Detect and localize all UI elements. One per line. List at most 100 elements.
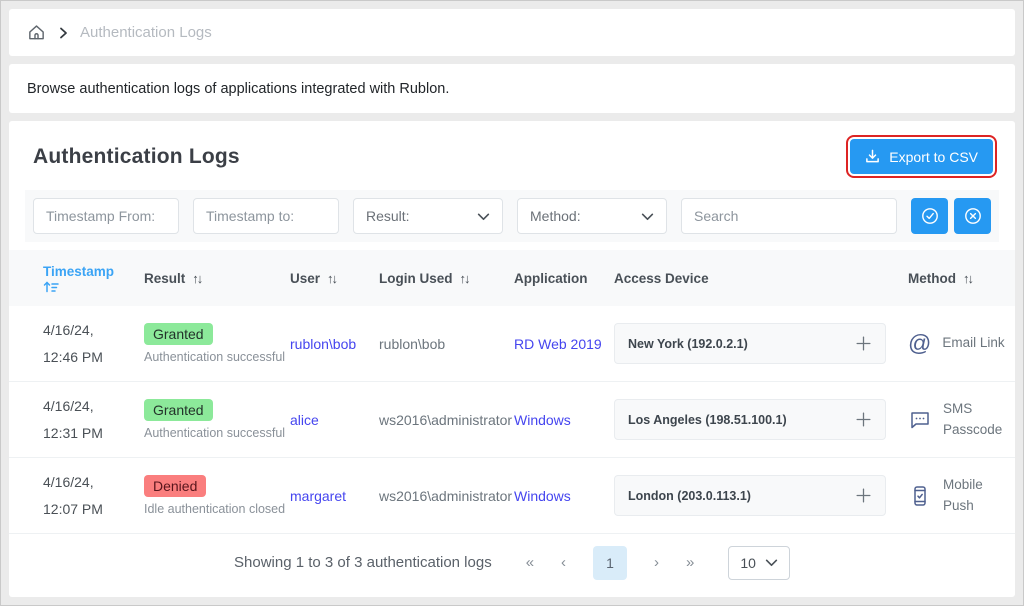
result-cell: Granted Authentication successful bbox=[144, 399, 290, 440]
user-link[interactable]: alice bbox=[290, 412, 319, 428]
method-label: Email Link bbox=[942, 333, 1012, 354]
column-label: Application bbox=[514, 271, 588, 286]
clear-filters-button[interactable] bbox=[954, 198, 991, 234]
access-device-expander[interactable]: Los Angeles (198.51.100.1) bbox=[614, 399, 886, 440]
method-cell: @ Email Link bbox=[908, 332, 1012, 355]
search-input[interactable] bbox=[681, 198, 897, 234]
timestamp-cell: 4/16/24,12:07 PM bbox=[43, 469, 144, 522]
column-header-login-used[interactable]: Login Used ↑↓ bbox=[379, 271, 514, 286]
timestamp-cell: 4/16/24,12:31 PM bbox=[43, 393, 144, 446]
chevron-down-icon bbox=[477, 210, 490, 223]
apply-filters-button[interactable] bbox=[911, 198, 948, 234]
check-circle-icon bbox=[920, 206, 940, 226]
table-row: 4/16/24,12:07 PM Denied Idle authenticat… bbox=[9, 458, 1015, 534]
access-device-expander[interactable]: London (203.0.113.1) bbox=[614, 475, 886, 516]
export-button-label: Export to CSV bbox=[889, 149, 978, 165]
breadcrumb-current-page: Authentication Logs bbox=[80, 24, 212, 41]
result-detail: Authentication successful bbox=[144, 350, 290, 364]
sms-passcode-icon bbox=[908, 408, 932, 432]
login-used-cell: ws2016\administrator bbox=[379, 412, 514, 428]
chevron-down-icon bbox=[765, 556, 778, 569]
sort-icon: ↑↓ bbox=[192, 271, 201, 286]
status-badge: Denied bbox=[144, 475, 206, 497]
login-used-cell: rublon\bob bbox=[379, 336, 514, 352]
column-label: Login Used bbox=[379, 271, 453, 286]
result-detail: Idle authentication closed bbox=[144, 502, 290, 516]
intro-bar: Browse authentication logs of applicatio… bbox=[9, 64, 1015, 113]
method-cell: SMS Passcode bbox=[908, 399, 1013, 441]
chevron-down-icon bbox=[641, 210, 654, 223]
timestamp-from-input[interactable] bbox=[33, 198, 179, 234]
table-header-row: Timestamp Result ↑↓ User ↑↓ Login Used ↑… bbox=[9, 250, 1015, 306]
sort-icon: ↑↓ bbox=[460, 271, 469, 286]
x-circle-icon bbox=[963, 206, 983, 226]
column-label: Result bbox=[144, 271, 185, 286]
method-cell: Mobile Push bbox=[908, 475, 1013, 517]
result-detail: Authentication successful bbox=[144, 426, 290, 440]
column-header-access-device: Access Device bbox=[614, 271, 908, 286]
page: Authentication Logs Browse authenticatio… bbox=[1, 1, 1023, 605]
column-label: User bbox=[290, 271, 320, 286]
filter-bar: Result: Method: bbox=[25, 190, 999, 242]
previous-page-button[interactable]: ‹ bbox=[561, 554, 566, 571]
sort-ascending-icon bbox=[43, 280, 59, 293]
export-to-csv-button[interactable]: Export to CSV bbox=[850, 139, 993, 174]
first-page-button[interactable]: « bbox=[526, 554, 534, 571]
table-row: 4/16/24,12:31 PM Granted Authentication … bbox=[9, 382, 1015, 458]
next-page-button[interactable]: › bbox=[654, 554, 659, 571]
access-device-label: Los Angeles (198.51.100.1) bbox=[628, 413, 787, 427]
application-link[interactable]: Windows bbox=[514, 488, 571, 504]
breadcrumb: Authentication Logs bbox=[9, 9, 1015, 56]
timestamp-cell: 4/16/24,12:46 PM bbox=[43, 317, 144, 370]
user-link[interactable]: margaret bbox=[290, 488, 346, 504]
application-link[interactable]: RD Web 2019 bbox=[514, 336, 602, 352]
sort-icon: ↑↓ bbox=[327, 271, 336, 286]
table-footer: Showing 1 to 3 of 3 authentication logs … bbox=[9, 534, 1015, 597]
filter-actions bbox=[911, 198, 991, 234]
method-filter-select[interactable]: Method: bbox=[517, 198, 667, 234]
authentication-logs-panel: Authentication Logs Export to CSV Result… bbox=[9, 121, 1015, 597]
column-header-timestamp[interactable]: Timestamp bbox=[43, 264, 144, 293]
column-label: Access Device bbox=[614, 271, 709, 286]
table-row: 4/16/24,12:46 PM Granted Authentication … bbox=[9, 306, 1015, 382]
column-header-result[interactable]: Result ↑↓ bbox=[144, 271, 290, 286]
plus-icon[interactable] bbox=[855, 335, 872, 352]
timestamp-to-input[interactable] bbox=[193, 198, 339, 234]
plus-icon[interactable] bbox=[855, 411, 872, 428]
method-label: Mobile Push bbox=[943, 475, 1013, 517]
column-header-application: Application bbox=[514, 271, 614, 286]
application-link[interactable]: Windows bbox=[514, 412, 571, 428]
result-filter-select[interactable]: Result: bbox=[353, 198, 503, 234]
access-device-label: New York (192.0.2.1) bbox=[628, 337, 748, 351]
results-summary: Showing 1 to 3 of 3 authentication logs bbox=[234, 554, 492, 571]
download-icon bbox=[865, 149, 880, 164]
plus-icon[interactable] bbox=[855, 487, 872, 504]
result-cell: Denied Idle authentication closed bbox=[144, 475, 290, 516]
email-link-icon: @ bbox=[908, 332, 931, 355]
access-device-label: London (203.0.113.1) bbox=[628, 489, 751, 503]
user-link[interactable]: rublon\bob bbox=[290, 336, 356, 352]
page-size-value: 10 bbox=[740, 555, 756, 571]
method-filter-label: Method: bbox=[530, 208, 581, 224]
column-label: Timestamp bbox=[43, 264, 114, 279]
last-page-button[interactable]: » bbox=[686, 554, 694, 571]
status-badge: Granted bbox=[144, 323, 213, 345]
method-label: SMS Passcode bbox=[943, 399, 1013, 441]
status-badge: Granted bbox=[144, 399, 213, 421]
column-header-method[interactable]: Method ↑↓ bbox=[908, 271, 995, 286]
current-page-button[interactable]: 1 bbox=[593, 546, 627, 580]
page-size-select[interactable]: 10 bbox=[728, 546, 790, 580]
sort-icon: ↑↓ bbox=[963, 271, 972, 286]
result-cell: Granted Authentication successful bbox=[144, 323, 290, 364]
column-header-user[interactable]: User ↑↓ bbox=[290, 271, 379, 286]
access-device-expander[interactable]: New York (192.0.2.1) bbox=[614, 323, 886, 364]
intro-text: Browse authentication logs of applicatio… bbox=[27, 81, 449, 97]
mobile-push-icon bbox=[908, 484, 932, 508]
result-filter-label: Result: bbox=[366, 208, 410, 224]
chevron-right-icon bbox=[57, 27, 69, 39]
panel-header: Authentication Logs Export to CSV bbox=[9, 135, 1015, 190]
column-label: Method bbox=[908, 271, 956, 286]
pagination: « ‹ 1 › » bbox=[526, 546, 695, 580]
page-title: Authentication Logs bbox=[33, 145, 240, 169]
home-icon[interactable] bbox=[27, 23, 46, 42]
